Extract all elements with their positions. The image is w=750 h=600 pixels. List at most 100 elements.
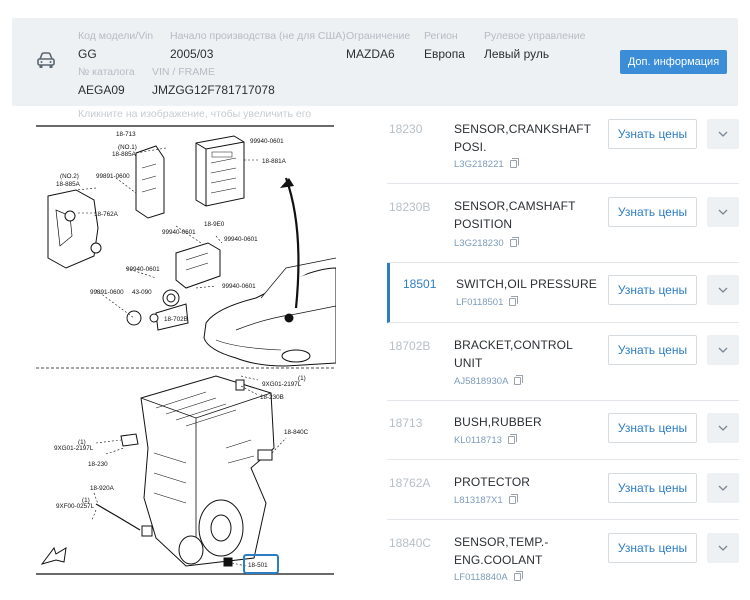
callout-18-885a-a[interactable]: 18-885A (112, 151, 137, 158)
restriction-value: MAZDA6 (346, 47, 395, 61)
part-row-18840c[interactable]: 18840C SENSOR,TEMP.-ENG.COOLANT LF011884… (387, 520, 739, 600)
callout-18-230b[interactable]: 18-230B (260, 394, 284, 401)
callout-99940-0601-c[interactable]: 99940-0601 (224, 236, 258, 243)
catalog-no-label: № каталога (78, 66, 135, 78)
part-row-18501[interactable]: 18501 SWITCH,OIL PRESSURE LF0118501 Узна… (387, 263, 739, 323)
get-price-button[interactable]: Узнать цены (608, 413, 697, 443)
copy-icon[interactable] (509, 237, 519, 247)
callout-18-840c[interactable]: 18-840C (284, 429, 309, 436)
callout-mark-1b: (1) (78, 439, 86, 446)
vin-value: JMZGG12F781717078 (152, 83, 275, 97)
expand-button[interactable] (707, 119, 739, 149)
callout-99940-0601-a[interactable]: 99940-0601 (250, 138, 284, 145)
callout-99940-0601-b[interactable]: 99940-0601 (162, 229, 196, 236)
callout-18-762a[interactable]: 18-762A (94, 211, 119, 218)
callout-99940-0601-e[interactable]: 99940-0601 (222, 283, 256, 290)
expand-button[interactable] (707, 473, 739, 503)
region-field: Регион Европа (424, 30, 465, 62)
expand-button[interactable] (707, 197, 739, 227)
get-price-button[interactable]: Узнать цены (608, 533, 697, 563)
parts-diagram-drawing[interactable]: 18-713 99940-0601 (NO.1) 18-885A 18-881A… (36, 118, 336, 578)
copy-icon[interactable] (509, 158, 519, 168)
part-code: 18840C (389, 536, 432, 550)
callout-99891-0600-a[interactable]: 99891-0600 (96, 173, 130, 180)
get-price-button[interactable]: Узнать цены (608, 275, 697, 305)
steering-value: Левый руль (484, 47, 550, 61)
part-number: L3G218221 (454, 158, 519, 170)
get-price-button[interactable]: Узнать цены (608, 473, 697, 503)
expand-button[interactable] (707, 413, 739, 443)
part-code: 18501 (403, 277, 437, 291)
part-code: 18713 (389, 416, 423, 430)
chevron-down-icon (718, 545, 728, 551)
part-number: L813187X1 (454, 494, 518, 506)
get-price-button[interactable]: Узнать цены (608, 335, 697, 365)
callout-no2: (NO.2) (60, 173, 79, 180)
copy-icon[interactable] (507, 434, 517, 444)
part-row-18713[interactable]: 18713 BUSH,RUBBER KL0118713 Узнать цены (387, 401, 739, 460)
copy-icon[interactable] (508, 494, 518, 504)
catalog-no-field: № каталога AEGA09 (78, 66, 135, 98)
model-code-value: GG (78, 47, 97, 61)
copy-icon[interactable] (513, 571, 523, 581)
part-name: SWITCH,OIL PRESSURE (456, 277, 597, 291)
callout-18-920a[interactable]: 18-920A (90, 485, 115, 492)
catalog-no-value: AEGA09 (78, 83, 125, 97)
chevron-down-icon (718, 209, 728, 215)
part-row-18230b[interactable]: 18230B SENSOR,CAMSHAFT POSITION L3G21823… (387, 184, 739, 263)
callout-99891-0600-b[interactable]: 99891-0600 (90, 289, 124, 296)
part-row-18230[interactable]: 18230 SENSOR,CRANKSHAFT POSI. L3G218221 … (387, 106, 739, 184)
part-name: BUSH,RUBBER (454, 415, 542, 429)
expand-button[interactable] (707, 275, 739, 305)
callout-18-881a[interactable]: 18-881A (262, 158, 287, 165)
part-code: 18762A (389, 476, 431, 490)
part-number-text: L813187X1 (454, 495, 503, 506)
region-label: Регион (424, 30, 458, 42)
part-row-18762a[interactable]: 18762A PROTECTOR L813187X1 Узнать цены (387, 460, 739, 520)
get-price-button[interactable]: Узнать цены (608, 119, 697, 149)
restriction-field: Ограничение MAZDA6 (346, 30, 410, 62)
callout-9xg01-2197l-a[interactable]: 9XG01-2197L (262, 381, 302, 388)
copy-icon[interactable] (514, 375, 524, 385)
part-name: PROTECTOR (454, 475, 531, 489)
steering-label: Рулевое управление (484, 30, 586, 42)
part-name: SENSOR,TEMP.-ENG.COOLANT (454, 535, 549, 567)
callout-18-702b[interactable]: 18-702B (164, 316, 188, 323)
callout-18-713[interactable]: 18-713 (116, 131, 136, 138)
callout-18-501[interactable]: 18-501 (248, 562, 268, 569)
ecu-module-drawing (195, 135, 245, 207)
part-number-text: L3G218230 (454, 238, 504, 249)
part-number-text: LF0118840A (454, 572, 508, 583)
part-number-text: KL0118713 (454, 435, 502, 446)
production-start-field: Начало производства (не для США) 2005/03 (170, 30, 346, 62)
expand-button[interactable] (707, 335, 739, 365)
part-code: 18702B (389, 339, 431, 353)
get-price-button[interactable]: Узнать цены (608, 197, 697, 227)
part-number-text: L3G218221 (454, 159, 504, 170)
steering-field: Рулевое управление Левый руль (484, 30, 585, 62)
callout-9xf00-0257l[interactable]: 9XF00-0257L (56, 503, 95, 510)
callout-9xg01-2197l-b[interactable]: 9XG01-2197L (54, 445, 94, 452)
parts-diagram[interactable]: 18-713 99940-0601 (NO.1) 18-885A 18-881A… (36, 118, 336, 578)
callout-99940-0601-d[interactable]: 99940-0601 (126, 266, 160, 273)
more-info-button[interactable]: Доп. информация (620, 50, 727, 74)
part-code: 18230B (389, 200, 431, 214)
callout-no1: (NO.1) (118, 144, 137, 151)
part-name: SENSOR,CAMSHAFT POSITION (454, 199, 576, 231)
callout-43-090[interactable]: 43-090 (132, 289, 152, 296)
vehicle-info-header: Код модели/Vin GG Начало производства (н… (12, 18, 738, 106)
part-name: SENSOR,CRANKSHAFT POSI. (454, 122, 591, 154)
vin-label: VIN / FRAME (152, 66, 216, 78)
part-number-text: AJ5818930A (454, 376, 509, 387)
car-icon (37, 52, 55, 68)
callout-18-9e0[interactable]: 18-9E0 (204, 221, 225, 228)
copy-icon[interactable] (509, 296, 519, 306)
callout-18-230[interactable]: 18-230 (88, 461, 108, 468)
callout-18-885a-b[interactable]: 18-885A (56, 181, 81, 188)
chevron-down-icon (718, 287, 728, 293)
part-row-18702b[interactable]: 18702B BRACKET,CONTROL UNIT AJ5818930A У… (387, 323, 739, 401)
expand-button[interactable] (707, 533, 739, 563)
callout-mark-1c: (1) (82, 497, 90, 504)
part-name: BRACKET,CONTROL UNIT (454, 338, 573, 370)
chevron-down-icon (718, 425, 728, 431)
